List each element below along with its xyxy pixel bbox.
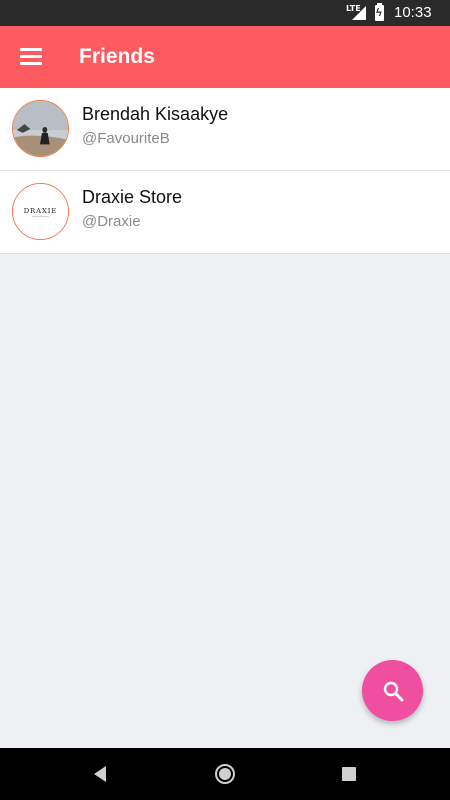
svg-text:DRAXIE: DRAXIE <box>24 207 58 215</box>
draxie-logo-icon: DRAXIE <box>13 184 68 239</box>
avatar <box>12 100 69 157</box>
list-item[interactable]: DRAXIE Draxie Store @Draxie <box>0 171 450 254</box>
search-icon <box>383 681 404 702</box>
recent-apps-icon[interactable] <box>342 767 356 781</box>
hamburger-menu-icon[interactable] <box>20 48 42 65</box>
battery-charging-icon: ϟ <box>375 3 384 21</box>
avatar: DRAXIE <box>12 183 69 240</box>
lte-signal-icon: LTE <box>346 4 368 22</box>
list-item[interactable]: Brendah Kisaakye @FavouriteB <box>0 88 450 171</box>
friend-name: Draxie Store <box>82 187 183 207</box>
home-icon[interactable] <box>214 763 236 785</box>
system-nav-bar <box>0 748 450 800</box>
page-title: Friends <box>79 45 155 68</box>
status-bar: LTE ϟ 10:33 <box>0 0 450 26</box>
back-icon[interactable] <box>92 765 108 783</box>
friend-handle: @Draxie <box>82 213 141 230</box>
search-fab-button[interactable] <box>362 660 423 721</box>
friends-list: Brendah Kisaakye @FavouriteB DRAXIE Drax… <box>0 88 450 254</box>
friend-name: Brendah Kisaakye <box>82 104 229 124</box>
app-bar: Friends <box>0 26 450 88</box>
friend-handle: @FavouriteB <box>82 130 170 147</box>
person-photo-icon <box>13 101 68 156</box>
status-time: 10:33 <box>394 4 432 21</box>
